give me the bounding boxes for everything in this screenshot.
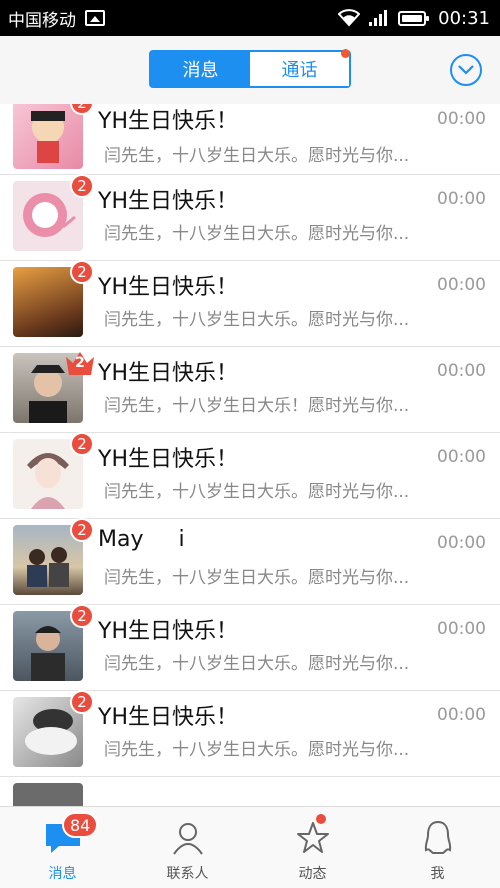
clock: 00:31 (438, 7, 490, 29)
wifi-icon (338, 9, 361, 27)
chevron-down-circle-icon[interactable] (450, 54, 482, 86)
contact-name: YH生日快乐！ (98, 361, 238, 386)
message-time: 00:00 (437, 361, 486, 381)
signal-icon (368, 9, 390, 27)
tab-switcher: 消息 通话 (149, 49, 351, 88)
message-time: 00:00 (437, 705, 486, 725)
nav-label: 联系人 (166, 866, 209, 882)
message-row[interactable]: 2 May i 00:00 闫先生，十八岁生日大乐。愿时光与你... (0, 518, 500, 605)
contact-name: YH生日快乐！ (98, 189, 238, 214)
contact-name: YH生日快乐！ (98, 109, 238, 134)
message-time: 00:00 (437, 533, 486, 553)
tab-messages[interactable]: 消息 (151, 52, 250, 86)
nav-label: 动态 (298, 866, 327, 882)
unread-badge: 2 (70, 174, 94, 198)
message-preview: 闫先生，十八岁生日大乐。愿时光与你... (104, 740, 410, 760)
message-preview: 闫先生，十八岁生日大乐。愿时光与你... (104, 568, 410, 588)
message-preview: 闫先生，十八岁生日大乐。愿时光与你... (104, 146, 410, 166)
unread-badge: 2 (70, 432, 94, 456)
image-notification-icon (85, 10, 105, 26)
message-time: 00:00 (437, 189, 486, 209)
message-time: 00:00 (437, 275, 486, 295)
unread-badge: 2 (70, 604, 94, 628)
nav-feed[interactable]: 动态 (250, 807, 375, 888)
header: 消息 通话 (0, 36, 500, 104)
message-row[interactable]: 2 YH生日快乐！ 00:00 闫先生，十八岁生日大乐。愿时光与你... (0, 104, 500, 175)
crown-badge: 2 (64, 349, 96, 377)
message-list: 2 YH生日快乐！ 00:00 闫先生，十八岁生日大乐。愿时光与你... 2 Y… (0, 104, 500, 806)
unread-badge: 2 (70, 260, 94, 284)
avatar (13, 783, 83, 806)
unread-badge: 2 (70, 518, 94, 542)
message-row-partial[interactable] (0, 777, 500, 806)
message-preview: 闫先生，十八岁生日大乐。愿时光与你... (104, 482, 410, 502)
tab-calls[interactable]: 通话 (250, 49, 350, 86)
contact-name: May i (98, 527, 185, 552)
feed-notification-dot (316, 814, 326, 824)
nav-label: 消息 (48, 866, 77, 882)
star-icon (295, 819, 331, 857)
message-preview: 闫先生，十八岁生日大乐。愿时光与你... (104, 224, 410, 244)
nav-contacts[interactable]: 联系人 (125, 807, 250, 888)
message-row[interactable]: 2 YH生日快乐！ 00:00 闫先生，十八岁生日大乐。愿时光与你... (0, 260, 500, 347)
message-time: 00:00 (437, 109, 486, 129)
avatar (13, 104, 83, 169)
nav-me[interactable]: 我 (375, 807, 500, 888)
message-row[interactable]: 2 YH生日快乐！ 00:00 闫先生，十八岁生日大乐。愿时光与你... (0, 690, 500, 777)
message-row[interactable]: 2 YH生日快乐！ 00:00 闫先生，十八岁生日大乐。愿时光与你... (0, 174, 500, 261)
tab-calls-label: 通话 (281, 60, 318, 81)
contact-name: YH生日快乐！ (98, 275, 238, 300)
message-preview: 闫先生，十八岁生日大乐！愿时光与你... (104, 396, 410, 416)
contact-name: YH生日快乐！ (98, 705, 238, 730)
carrier-name: 中国移动 (8, 10, 76, 31)
message-time: 00:00 (437, 447, 486, 467)
message-row[interactable]: 2 YH生日快乐！ 00:00 闫先生，十八岁生日大乐。愿时光与你... (0, 604, 500, 691)
message-preview: 闫先生，十八岁生日大乐。愿时光与你... (104, 654, 410, 674)
nav-messages[interactable]: 84 消息 (0, 807, 125, 888)
unread-badge: 2 (70, 690, 94, 714)
bottom-nav: 84 消息 联系人 动态 我 (0, 806, 500, 888)
penguin-icon (423, 819, 453, 857)
battery-icon (398, 10, 430, 26)
message-row[interactable]: 2 YH生日快乐！ 00:00 闫先生，十八岁生日大乐！愿时光与你... (0, 347, 500, 433)
contact-name: YH生日快乐！ (98, 619, 238, 644)
unread-count-badge: 84 (62, 812, 99, 838)
nav-label: 我 (430, 866, 445, 882)
status-bar: 中国移动 00:31 (0, 0, 500, 36)
message-time: 00:00 (437, 619, 486, 639)
contact-name: YH生日快乐！ (98, 447, 238, 472)
message-preview: 闫先生，十八岁生日大乐。愿时光与你... (104, 310, 410, 330)
contacts-icon (170, 819, 206, 857)
message-row[interactable]: 2 YH生日快乐！ 00:00 闫先生，十八岁生日大乐。愿时光与你... (0, 432, 500, 519)
crown-badge-count: 2 (75, 355, 85, 371)
calls-notification-dot (341, 49, 350, 58)
